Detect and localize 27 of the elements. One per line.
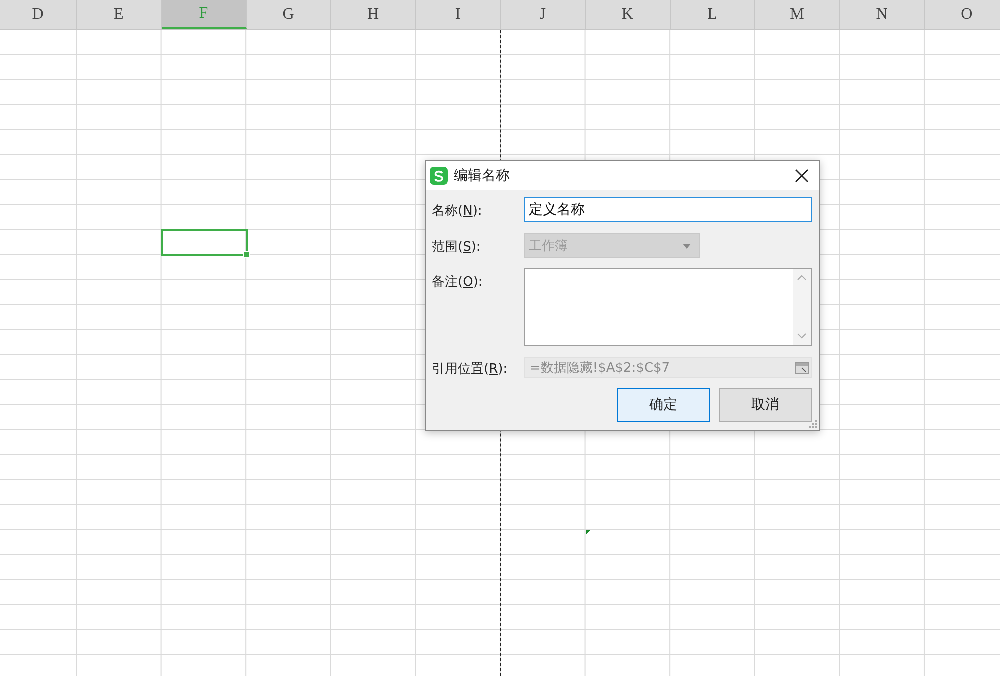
dialog-title: 编辑名称 bbox=[454, 166, 511, 184]
column-header[interactable]: O bbox=[924, 0, 1000, 29]
column-header[interactable]: H bbox=[331, 0, 416, 29]
comment-text-area[interactable] bbox=[524, 268, 812, 346]
ok-button[interactable]: 确定 bbox=[617, 388, 710, 422]
field-label: 名称(N): bbox=[432, 203, 484, 220]
scrollbar[interactable] bbox=[793, 269, 811, 345]
column-header[interactable]: J bbox=[500, 0, 586, 29]
field-label: 备注(O): bbox=[432, 274, 484, 291]
field-label: 范围(S): bbox=[432, 239, 482, 256]
column-header[interactable]: I bbox=[416, 0, 501, 29]
name-input-field[interactable]: 定义名称 bbox=[524, 197, 812, 222]
scroll-down-icon[interactable] bbox=[797, 333, 807, 339]
selected-cell[interactable] bbox=[160, 229, 248, 256]
fill-handle[interactable] bbox=[242, 251, 250, 258]
column-header[interactable]: D bbox=[0, 0, 77, 29]
column-header[interactable]: N bbox=[840, 0, 925, 29]
cancel-button[interactable]: 取消 bbox=[719, 388, 812, 422]
resize-grip-icon[interactable] bbox=[809, 420, 817, 428]
column-header[interactable]: L bbox=[670, 0, 756, 29]
scroll-up-icon[interactable] bbox=[797, 275, 807, 281]
cell-marker-icon bbox=[586, 530, 591, 535]
column-header[interactable]: K bbox=[586, 0, 671, 29]
column-header[interactable]: M bbox=[755, 0, 840, 29]
field-label: 引用位置(R): bbox=[432, 361, 509, 378]
column-header[interactable]: G bbox=[246, 0, 332, 29]
app-logo-icon bbox=[430, 166, 448, 184]
